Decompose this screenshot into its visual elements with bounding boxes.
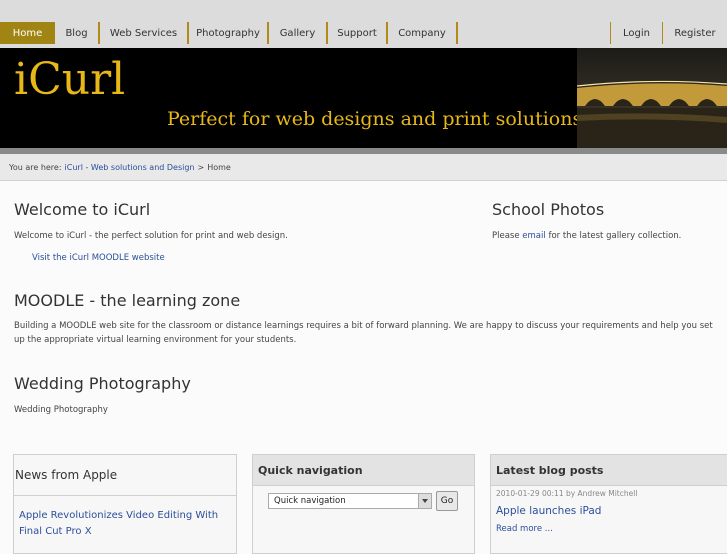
site-logo[interactable]: iCurl [14, 58, 125, 102]
breadcrumb: You are here: iCurl - Web solutions and … [0, 154, 727, 181]
breadcrumb-prefix: You are here: [9, 162, 62, 172]
wedding-heading: Wedding Photography [14, 374, 191, 393]
latest-blog-title: Latest blog posts [491, 455, 727, 486]
nav-web-services[interactable]: Web Services [100, 22, 189, 44]
news-box: News from Apple Apple Revolutionizes Vid… [13, 454, 237, 554]
blog-post-meta: 2010-01-29 00:11 by Andrew Mitchell [496, 489, 638, 498]
site-tagline: Perfect for web designs and print soluti… [167, 108, 583, 130]
breadcrumb-current: Home [207, 162, 231, 172]
school-photos-text: Please email for the latest gallery coll… [492, 229, 681, 243]
top-navigation-bar: Home Blog Web Services Photography Galle… [0, 0, 727, 48]
news-box-title: News from Apple [14, 455, 236, 496]
moodle-heading: MOODLE - the learning zone [14, 291, 241, 310]
school-photos-text-before: Please [492, 231, 520, 241]
latest-blog-box: Latest blog posts 2010-01-29 00:11 by An… [490, 454, 727, 554]
breadcrumb-link-home[interactable]: iCurl - Web solutions and Design [65, 163, 195, 172]
nav-company[interactable]: Company [388, 22, 458, 44]
welcome-heading: Welcome to iCurl [14, 200, 151, 219]
read-more-link[interactable]: Read more ... [496, 524, 553, 534]
quick-navigation-box: Quick navigation Quick navigation Go [252, 454, 475, 554]
chevron-down-icon [418, 494, 431, 508]
nav-gallery[interactable]: Gallery [269, 22, 328, 44]
moodle-website-link[interactable]: Visit the iCurl MOODLE website [32, 251, 165, 265]
nav-support[interactable]: Support [328, 22, 388, 44]
nav-blog[interactable]: Blog [55, 22, 100, 44]
nav-home[interactable]: Home [0, 22, 55, 44]
school-photos-heading: School Photos [492, 200, 605, 219]
bridge-photo [577, 48, 727, 148]
email-link[interactable]: email [522, 231, 545, 241]
nav-photography[interactable]: Photography [189, 22, 269, 44]
wedding-text: Wedding Photography [14, 405, 108, 415]
quick-navigation-select[interactable]: Quick navigation [268, 493, 432, 509]
nav-login[interactable]: Login [610, 22, 662, 44]
nav-register[interactable]: Register [662, 22, 727, 44]
breadcrumb-separator: > [197, 162, 205, 172]
quick-navigation-selected: Quick navigation [274, 496, 346, 506]
blog-post-link[interactable]: Apple launches iPad [496, 505, 601, 517]
quick-navigation-title: Quick navigation [253, 455, 474, 486]
welcome-text: Welcome to iCurl - the perfect solution … [14, 231, 288, 241]
news-item-link[interactable]: Apple Revolutionizes Video Editing With … [19, 508, 224, 540]
school-photos-text-after: for the latest gallery collection. [548, 231, 682, 241]
go-button[interactable]: Go [436, 491, 458, 511]
moodle-text: Building a MOODLE web site for the class… [14, 321, 713, 345]
